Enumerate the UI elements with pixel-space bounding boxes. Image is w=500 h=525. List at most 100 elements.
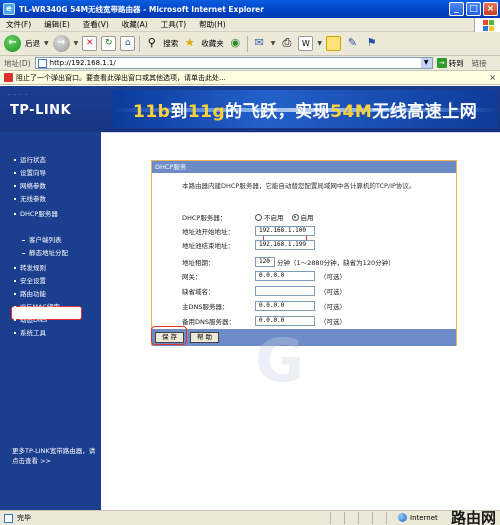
domain-input[interactable]	[255, 286, 315, 296]
maximize-button[interactable]: □	[466, 2, 481, 16]
address-url[interactable]: http://192.168.1.1/	[50, 59, 116, 67]
gateway-hint: （可选）	[320, 273, 346, 281]
sidebar-item-security[interactable]: 安全设置	[14, 275, 46, 285]
banner-slogan-area: 11b到11g的飞跃，实现54M无线高速上网	[113, 90, 498, 128]
sidebar-item-ddns[interactable]: 动态DNS	[14, 314, 47, 324]
slogan-part: 54M	[330, 102, 373, 122]
secondary-dns-input[interactable]: 0.0.0.0	[255, 316, 315, 326]
refresh-icon[interactable]: ↻	[101, 36, 117, 51]
go-arrow-icon: →	[436, 58, 447, 68]
close-button[interactable]: ×	[483, 2, 498, 16]
lease-label: 地址租期：	[182, 259, 215, 267]
search-icon[interactable]: ⚲	[144, 36, 159, 51]
more-products-link[interactable]: 更多TP-LINK宽带路由器，请点击查看 >>	[12, 446, 96, 466]
sidebar-item-label: 静态地址分配	[29, 249, 68, 257]
favorites-icon[interactable]: ★	[182, 36, 197, 51]
print-icon[interactable]: ⎙	[279, 36, 294, 51]
address-dropdown-icon[interactable]: ▼	[420, 58, 432, 68]
links-button[interactable]: 链接	[472, 58, 487, 69]
search-button-label[interactable]: 搜索	[163, 38, 178, 49]
sidebar-item-routing[interactable]: 路由功能	[14, 288, 46, 298]
sidebar-item-wizard[interactable]: 设置向导	[14, 167, 46, 177]
forward-icon[interactable]: →	[52, 35, 70, 52]
site-watermark-text: 路由网	[450, 509, 496, 525]
go-button-label: 转到	[448, 58, 464, 68]
dhcp-settings-panel: DHCP服务 本路由器内建DHCP服务器，它能自动替您配置局域网中各计算机的TC…	[151, 160, 457, 346]
menu-tools[interactable]: 工具(T)	[161, 19, 186, 30]
status-text: 完毕	[17, 514, 31, 522]
content-divider	[101, 132, 500, 133]
infobar-text[interactable]: 阻止了一个弹出窗口。要查看此弹出窗口或其他选项，请单击此处...	[16, 73, 226, 83]
go-button[interactable]: → 转到	[436, 58, 464, 69]
window-controls: _ □ ×	[449, 2, 498, 16]
edit-icon[interactable]: W	[298, 36, 314, 51]
forward-dropdown-icon[interactable]: ▼	[74, 40, 79, 47]
sidebar-item-dhcp-service[interactable]: DHCP服务	[22, 221, 61, 231]
help-button[interactable]: 帮 助	[190, 332, 219, 343]
back-button-label[interactable]: 后退	[25, 38, 40, 49]
favorites-button-label[interactable]: 收藏夹	[201, 38, 224, 49]
mail-icon[interactable]: ✉	[252, 36, 267, 51]
sidebar-item-ip-mac-binding[interactable]: IP与MAC绑定	[14, 301, 60, 311]
infobar-close-icon[interactable]: ×	[489, 73, 496, 82]
menu-edit[interactable]: 编辑(E)	[44, 19, 70, 30]
messenger-icon[interactable]: ⚑	[364, 36, 379, 51]
slogan-part: 的飞跃，实现	[225, 102, 331, 122]
sidebar-item-status[interactable]: 运行状态	[14, 154, 46, 164]
save-button[interactable]: 保 存	[155, 332, 184, 343]
sidebar-item-client-list[interactable]: 客户端列表	[22, 234, 62, 244]
research-icon[interactable]: ✎	[345, 36, 360, 51]
status-bar: 完毕 Internet 路由网	[0, 509, 500, 525]
stop-icon[interactable]: ✕	[82, 36, 98, 51]
disable-radio[interactable]	[255, 213, 262, 221]
toolbar-divider	[246, 35, 248, 52]
mail-dropdown-icon[interactable]: ▼	[271, 40, 276, 47]
enable-radio[interactable]	[291, 213, 299, 221]
panel-description: 本路由器内建DHCP服务器，它能自动替您配置局域网中各计算机的TCP/IP协议。	[182, 182, 416, 190]
disable-radio-label[interactable]: 不启用	[264, 212, 284, 222]
page-content: · · · · TP-LINK 11b到11g的飞跃，实现54M无线高速上网 运…	[0, 86, 500, 510]
main-content-area: DHCP服务 本路由器内建DHCP服务器，它能自动替您配置局域网中各计算机的TC…	[101, 132, 500, 510]
back-icon[interactable]: ←	[4, 35, 21, 52]
address-input[interactable]: http://192.168.1.1/ ▼	[34, 57, 433, 69]
sidebar-item-label: 路由功能	[20, 290, 46, 298]
pool-end-input[interactable]: 192.168.1.199	[255, 240, 315, 250]
media-icon[interactable]: ◉	[228, 36, 243, 51]
discuss-icon[interactable]	[326, 36, 341, 51]
security-zone: Internet	[398, 513, 438, 522]
sidebar-item-static-address[interactable]: 静态地址分配	[22, 247, 68, 257]
menu-view[interactable]: 查看(V)	[83, 19, 109, 30]
lease-hint: 分钟（1～2880分钟，缺省为120分钟）	[277, 259, 395, 267]
address-bar: 地址(D) http://192.168.1.1/ ▼ → 转到 链接	[0, 56, 500, 71]
lease-input[interactable]: 120	[255, 257, 275, 267]
minimize-button[interactable]: _	[449, 2, 464, 16]
gateway-input[interactable]: 0.0.0.0	[255, 271, 315, 281]
primary-dns-label: 主DNS服务器：	[182, 303, 229, 311]
menu-help[interactable]: 帮助(H)	[199, 19, 226, 30]
sidebar-item-system-tools[interactable]: 系统工具	[14, 327, 46, 337]
sidebar-item-dhcp-server[interactable]: DHCP服务器	[14, 208, 58, 218]
sidebar-item-label: 客户端列表	[29, 236, 62, 244]
primary-dns-input[interactable]: 0.0.0.0	[255, 301, 315, 311]
home-icon[interactable]: ⌂	[120, 36, 136, 51]
brand-name: TP-LINK	[10, 103, 72, 118]
back-dropdown-icon[interactable]: ▼	[44, 40, 49, 47]
edit-dropdown-icon[interactable]: ▼	[317, 40, 322, 47]
status-cells	[330, 512, 400, 524]
internet-globe-icon	[398, 513, 407, 522]
menu-favorites[interactable]: 收藏(A)	[122, 19, 148, 30]
menu-file[interactable]: 文件(F)	[6, 19, 31, 30]
pool-start-input[interactable]: 192.168.1.100	[255, 226, 315, 236]
sidebar-item-label: 转发规则	[20, 264, 46, 272]
enable-radio-label[interactable]: 启用	[301, 212, 314, 222]
sidebar-item-forwarding[interactable]: 转发规则	[14, 262, 46, 272]
dhcp-server-label: DHCP服务器：	[182, 214, 227, 222]
sidebar-item-wireless[interactable]: 无线参数	[14, 193, 46, 203]
popup-blocked-infobar[interactable]: 阻止了一个弹出窗口。要查看此弹出窗口或其他选项，请单击此处... ×	[0, 71, 500, 85]
address-label: 地址(D)	[4, 58, 31, 68]
slogan-part: 11b	[133, 102, 171, 122]
sidebar-item-network[interactable]: 网络参数	[14, 180, 46, 190]
window-title: TL-WR340G 54M无线宽带路由器 - Microsoft Interne…	[19, 4, 264, 14]
domain-hint: （可选）	[320, 288, 346, 296]
sidebar-item-label: 运行状态	[20, 156, 46, 164]
